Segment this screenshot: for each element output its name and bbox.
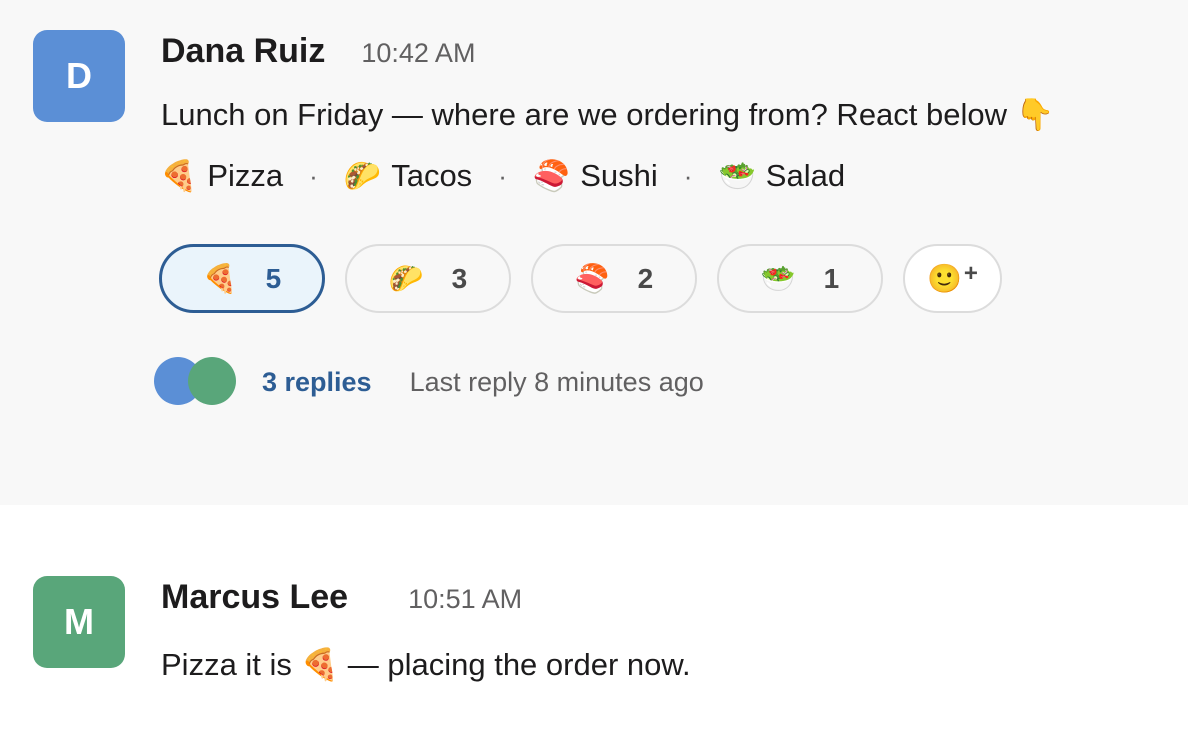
author-name[interactable]: Dana Ruiz [161,32,325,71]
thread-summary: 3 replies Last reply 8 minutes ago [154,357,704,407]
option-salad: 🥗 Salad [718,158,845,194]
timestamp[interactable]: 10:42 AM [361,38,475,69]
salad-icon: 🥗 [718,159,756,193]
option-pizza: 🍕 Pizza [160,158,283,194]
plus-icon: + [963,259,978,287]
message-dana: D Dana Ruiz 10:42 AM Lunch on Friday — w… [0,0,1188,505]
add-reaction-button[interactable]: 🙂 + [903,244,1002,313]
message-marcus: M Marcus Lee 10:51 AM Pizza it is 🍕 — pl… [0,505,1188,750]
reaction-count: 3 [451,262,468,294]
message-header: Marcus Lee 10:51 AM [161,578,522,617]
reaction-count: 5 [265,262,282,294]
option-label: Sushi [580,158,658,193]
reaction-pizza[interactable]: 🍕 5 [159,244,325,313]
option-label: Salad [765,158,846,193]
reaction-sushi[interactable]: 🍣 2 [531,244,697,313]
poll-options: 🍕 Pizza · 🌮 Tacos · 🍣 Sushi · 🥗 Salad [160,158,845,194]
reaction-count: 2 [637,262,654,294]
separator: · [498,160,507,191]
last-reply-time: Last reply 8 minutes ago [409,366,704,397]
option-label: Tacos [391,158,473,193]
option-sushi: 🍣 Sushi [533,158,658,194]
avatar[interactable]: M [33,576,125,668]
taco-icon: 🌮 [388,263,424,294]
reaction-count: 1 [823,262,840,294]
reaction-bar: 🍕 5 🌮 3 🍣 2 🥗 1 🙂 + [159,244,1002,313]
pizza-icon: 🍕 [160,159,198,193]
avatar[interactable]: D [33,30,125,122]
reaction-salad[interactable]: 🥗 1 [717,244,883,313]
reaction-tacos[interactable]: 🌮 3 [345,244,511,313]
message-text: Pizza it is 🍕 — placing the order now. [161,647,691,682]
separator: · [309,160,318,191]
avatar [188,357,236,405]
replies-link[interactable]: 3 replies [262,367,372,398]
sushi-icon: 🍣 [532,159,571,193]
taco-icon: 🌮 [343,159,382,193]
sushi-icon: 🍣 [574,263,610,294]
option-tacos: 🌮 Tacos [344,158,472,194]
separator: · [683,160,693,191]
smiley-icon: 🙂 [927,263,962,294]
message-header: Dana Ruiz 10:42 AM [161,32,475,71]
pizza-icon: 🍕 [202,263,238,294]
timestamp[interactable]: 10:51 AM [408,584,522,615]
salad-icon: 🥗 [760,263,796,294]
reply-avatars [154,357,238,407]
option-label: Pizza [207,158,284,193]
message-text: Lunch on Friday — where are we ordering … [161,97,1055,132]
author-name[interactable]: Marcus Lee [161,578,348,617]
